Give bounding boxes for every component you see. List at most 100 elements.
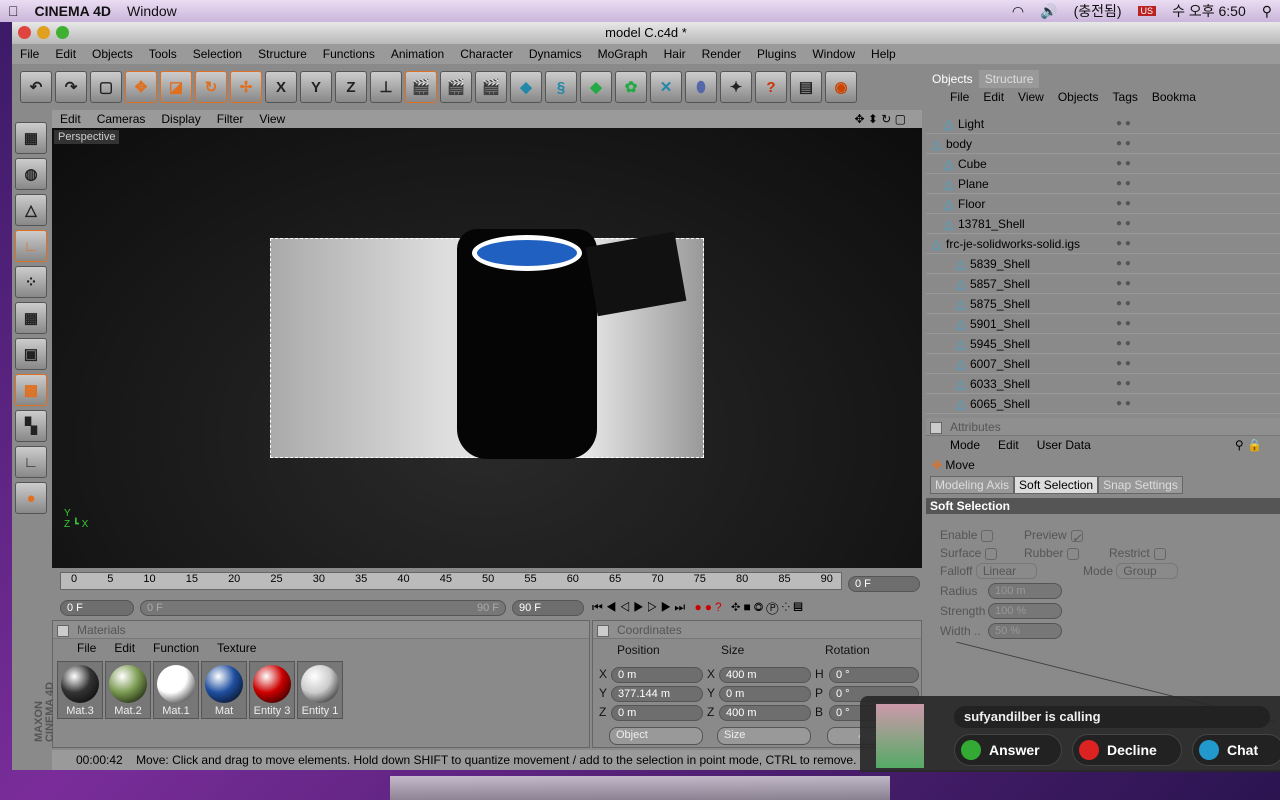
- help-icon[interactable]: ?: [755, 71, 787, 103]
- viewport-nav-icons[interactable]: ✥ ⬍ ↻ ▢: [854, 112, 906, 126]
- material-swatch[interactable]: Mat: [201, 661, 247, 719]
- selected-plane[interactable]: [270, 229, 704, 459]
- start-frame-field[interactable]: 0 F: [60, 600, 134, 616]
- layout-icon[interactable]: ▤: [790, 71, 822, 103]
- size-x[interactable]: 400 m: [719, 667, 811, 683]
- axis-mode-icon[interactable]: ∟: [15, 230, 47, 262]
- object-mode-icon[interactable]: △: [15, 194, 47, 226]
- points-mode-icon[interactable]: ⁘: [15, 266, 47, 298]
- z-axis-lock[interactable]: Z: [335, 71, 367, 103]
- visibility-dots[interactable]: ● ●: [1116, 298, 1131, 309]
- menu-objects[interactable]: Objects: [84, 47, 141, 61]
- visibility-dots[interactable]: ● ●: [1116, 178, 1131, 189]
- tab-soft-selection[interactable]: Soft Selection: [1014, 476, 1099, 494]
- menu-functions[interactable]: Functions: [315, 47, 383, 61]
- coordinate-system-icon[interactable]: ⊥: [370, 71, 402, 103]
- current-frame-field[interactable]: 0 F: [848, 576, 920, 592]
- object-row[interactable]: △ Cube ● ●: [926, 154, 1280, 174]
- edges-mode-icon[interactable]: ▦: [15, 302, 47, 334]
- web-icon[interactable]: ◉: [825, 71, 857, 103]
- spline-icon[interactable]: §: [545, 71, 577, 103]
- size-y[interactable]: 0 m: [719, 686, 811, 702]
- render-view-icon[interactable]: 🎬: [405, 71, 437, 103]
- visibility-dots[interactable]: ● ●: [1116, 378, 1131, 389]
- clock[interactable]: 수 오후 6:50: [1172, 1, 1246, 21]
- battery-status[interactable]: (충전됨): [1074, 1, 1122, 21]
- object-row[interactable]: △ 6033_Shell ● ●: [926, 374, 1280, 394]
- menu-character[interactable]: Character: [452, 47, 521, 61]
- object-row[interactable]: △ 5945_Shell ● ●: [926, 334, 1280, 354]
- environment-icon[interactable]: ⬮: [685, 71, 717, 103]
- object-row[interactable]: △ 6007_Shell ● ●: [926, 354, 1280, 374]
- redo-icon[interactable]: ↷: [55, 71, 87, 103]
- attr-tool-icons[interactable]: ⚲ 🔒: [1235, 438, 1262, 452]
- render-picture-icon[interactable]: 🎬: [440, 71, 472, 103]
- attr-menu-edit[interactable]: Edit: [998, 438, 1019, 452]
- object-row[interactable]: △ Plane ● ●: [926, 174, 1280, 194]
- workplane-icon[interactable]: ∟: [15, 446, 47, 478]
- undo-icon[interactable]: ↶: [20, 71, 52, 103]
- position-z[interactable]: 0 m: [611, 705, 703, 721]
- menu-mograph[interactable]: MoGraph: [590, 47, 656, 61]
- size-z[interactable]: 400 m: [719, 705, 811, 721]
- tab-snap-settings[interactable]: Snap Settings: [1098, 476, 1183, 494]
- chat-button[interactable]: Chat: [1192, 734, 1280, 766]
- menu-help[interactable]: Help: [863, 47, 904, 61]
- radius-field[interactable]: 100 m: [988, 583, 1062, 599]
- objects-menu-item[interactable]: Bookma: [1152, 90, 1196, 104]
- object-row[interactable]: △ Floor ● ●: [926, 194, 1280, 214]
- viewport-menu-edit[interactable]: Edit: [60, 112, 81, 126]
- close-button[interactable]: [18, 26, 31, 39]
- menu-window[interactable]: Window: [804, 47, 863, 61]
- move-icon[interactable]: ✥: [125, 71, 157, 103]
- material-swatch[interactable]: Mat.2: [105, 661, 151, 719]
- volume-icon[interactable]: 🔊: [1040, 3, 1057, 20]
- materials-menu-function[interactable]: Function: [153, 641, 199, 655]
- tab-structure[interactable]: Structure: [978, 70, 1040, 88]
- object-row[interactable]: △ 5857_Shell ● ●: [926, 274, 1280, 294]
- minimize-button[interactable]: [37, 26, 50, 39]
- width-field[interactable]: 50 %: [988, 623, 1062, 639]
- coordinate-mode-dropdown[interactable]: Object: [609, 727, 703, 745]
- rotate-icon[interactable]: ↻: [195, 71, 227, 103]
- material-swatch[interactable]: Entity 1: [297, 661, 343, 719]
- playback-controls[interactable]: ⏮◀◁▶▷▶⏭ ●●? ✥■◎Ⓟ⁘▤: [592, 600, 806, 615]
- array-icon[interactable]: ✿: [615, 71, 647, 103]
- nurbs-icon[interactable]: ◆: [580, 71, 612, 103]
- model-mode-icon[interactable]: ◍: [15, 158, 47, 190]
- wifi-icon[interactable]: ◠: [1012, 3, 1024, 20]
- position-x[interactable]: 0 m: [611, 667, 703, 683]
- menu-animation[interactable]: Animation: [383, 47, 452, 61]
- menu-file[interactable]: File: [12, 47, 47, 61]
- x-axis-lock[interactable]: X: [265, 71, 297, 103]
- restrict-checkbox[interactable]: [1153, 547, 1166, 560]
- objects-menu-item[interactable]: Objects: [1058, 90, 1099, 104]
- preview-checkbox[interactable]: ✓: [1070, 529, 1083, 545]
- menu-tools[interactable]: Tools: [141, 47, 185, 61]
- objects-menu-item[interactable]: File: [950, 90, 969, 104]
- flag-icon[interactable]: US: [1137, 6, 1157, 16]
- viewport-menu-cameras[interactable]: Cameras: [97, 112, 146, 126]
- object-row[interactable]: △ frc-je-solidworks-solid.igs ● ●: [926, 234, 1280, 254]
- visibility-dots[interactable]: ● ●: [1116, 258, 1131, 269]
- polygons-mode-icon[interactable]: ▣: [15, 338, 47, 370]
- viewport-menu-filter[interactable]: Filter: [217, 112, 244, 126]
- apple-icon[interactable]: : [8, 3, 19, 19]
- window-menu[interactable]: Window: [127, 3, 177, 19]
- light-icon[interactable]: ✦: [720, 71, 752, 103]
- enable-checkbox[interactable]: [981, 529, 994, 542]
- y-axis-lock[interactable]: Y: [300, 71, 332, 103]
- zoom-button[interactable]: [56, 26, 69, 39]
- sculpt-icon[interactable]: ●: [15, 482, 47, 514]
- tab-modeling-axis[interactable]: Modeling Axis: [930, 476, 1015, 494]
- object-row[interactable]: △ 5839_Shell ● ●: [926, 254, 1280, 274]
- menu-render[interactable]: Render: [694, 47, 749, 61]
- live-selection-icon[interactable]: ▢: [90, 71, 122, 103]
- dock[interactable]: [390, 776, 890, 800]
- object-row[interactable]: △ body ● ●: [926, 134, 1280, 154]
- strength-field[interactable]: 100 %: [988, 603, 1062, 619]
- surface-checkbox[interactable]: [985, 547, 998, 560]
- materials-menu-edit[interactable]: Edit: [114, 641, 135, 655]
- material-swatch[interactable]: Mat.3: [57, 661, 103, 719]
- objects-menu-item[interactable]: Edit: [983, 90, 1004, 104]
